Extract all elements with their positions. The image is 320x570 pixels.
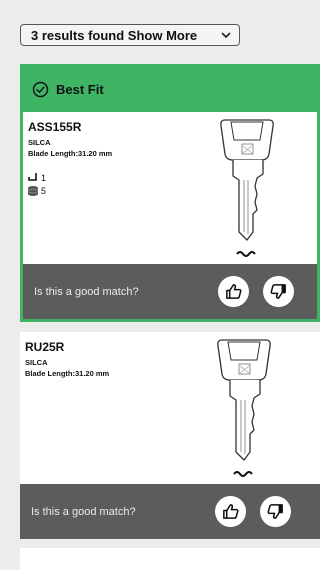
key-name: ASS155R [28,120,82,134]
key-blank-image [217,339,271,477]
key-brand: SILCA [28,138,51,147]
match-question: Is this a good match? [34,285,139,298]
key-blank-image [220,119,274,257]
shoulders-value: 5 [41,186,47,196]
stack-icon [27,186,39,196]
thumbs-down-button[interactable] [260,496,291,527]
results-dropdown[interactable]: 3 results found Show More [20,24,240,46]
blade-length: Blade Length:31.20 mm [25,369,110,378]
best-fit-banner: Best Fit [23,67,317,112]
chevron-down-icon [221,32,231,38]
cut-depth-icon [28,173,37,181]
key-brand: SILCA [25,358,48,367]
thumbs-up-button[interactable] [218,276,249,307]
blade-length: Blade Length:31.20 mm [28,149,113,158]
thumbs-down-button[interactable] [263,276,294,307]
results-label: 3 results found Show More [31,27,198,43]
cuts-count: 1 [27,172,46,184]
cuts-value: 1 [41,173,47,183]
thumbs-down-icon [270,284,286,299]
key-details: RU25R SILCA Blade Length:31.20 mm [20,332,320,484]
thumbs-up-icon [226,284,242,299]
thumbs-up-button[interactable] [215,496,246,527]
best-fit-label: Best Fit [56,82,104,97]
match-question: Is this a good match? [31,505,136,518]
check-circle-icon [32,81,49,98]
key-result-card: RU25R SILCA Blade Length:31.20 mm Is thi… [20,332,320,539]
key-result-card [20,548,320,570]
key-details: ASS155R SILCA Blade Length:31.20 mm 1 5 [23,112,317,264]
thumbs-up-icon [223,504,239,519]
match-feedback-bar: Is this a good match? [23,264,317,319]
match-feedback-bar: Is this a good match? [20,484,320,539]
key-result-card: Best Fit ASS155R SILCA Blade Length:31.2… [20,64,320,322]
shoulders-count: 5 [27,185,46,197]
thumbs-down-icon [267,504,283,519]
key-name: RU25R [25,340,65,354]
